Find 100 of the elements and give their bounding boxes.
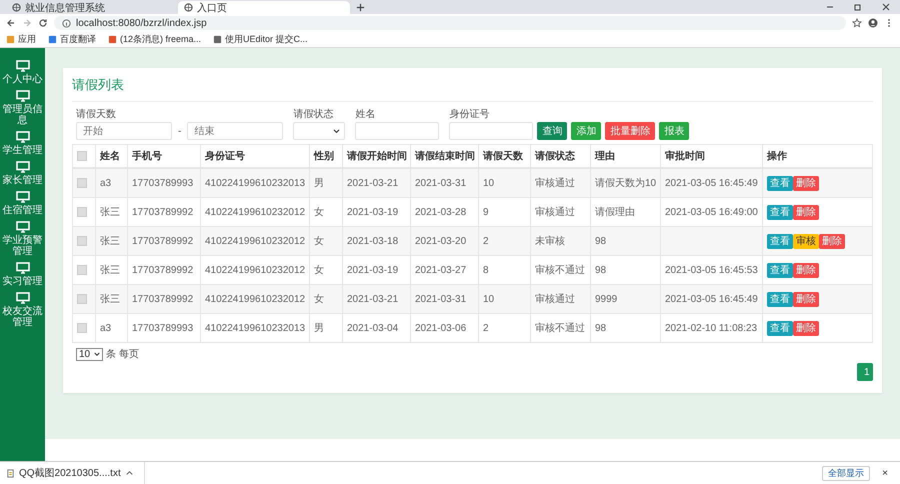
delete-button[interactable]: 批量删除 xyxy=(605,122,656,140)
table-cell: 410224199610232012 xyxy=(205,236,306,246)
report-button[interactable]: 报表 xyxy=(659,122,690,140)
sidebar-item[interactable]: 管理员信息 xyxy=(0,90,45,126)
table-cell: 410224199610232013 xyxy=(205,322,306,334)
sidebar-item[interactable]: 个人中心 xyxy=(0,60,45,85)
checkbox[interactable] xyxy=(77,178,87,188)
name-field[interactable] xyxy=(355,122,440,140)
table-cell: 2 xyxy=(483,322,489,334)
table-cell: 2021-03-27 xyxy=(415,264,466,276)
view-button[interactable]: 查看 xyxy=(767,204,793,220)
table-cell: 2021-03-06 xyxy=(415,322,466,334)
back-icon[interactable] xyxy=(6,18,16,28)
table-cell: 410224199610232012 xyxy=(205,294,306,304)
table-cell: 17703789993 xyxy=(132,178,194,188)
checkbox[interactable] xyxy=(77,150,87,161)
page-button[interactable]: 1 xyxy=(857,363,873,381)
table-cell: 审核不通过 xyxy=(535,323,585,334)
star-icon[interactable] xyxy=(852,18,862,28)
sidebar-item[interactable]: 家长管理 xyxy=(0,161,45,186)
close-icon[interactable] xyxy=(881,2,891,12)
restore-icon[interactable] xyxy=(853,2,863,12)
delete-button[interactable]: 删除 xyxy=(819,234,845,248)
filter-label: 请假天数 xyxy=(76,108,117,121)
table-cell: 女 xyxy=(314,265,324,276)
sidebar-item[interactable]: 学生管理 xyxy=(0,131,45,156)
end-field[interactable]: 结束 xyxy=(187,122,284,140)
table-cell: 2021-03-19 xyxy=(347,206,398,218)
profile-icon[interactable] xyxy=(868,18,878,28)
table-cell: 17703789992 xyxy=(132,206,194,218)
caret-icon xyxy=(333,129,340,134)
reload-icon[interactable] xyxy=(38,18,48,28)
table-cell: 未审核 xyxy=(535,236,565,247)
filter-label: 姓名 xyxy=(355,108,376,121)
table-cell: 98 xyxy=(595,236,606,246)
table-cell: 2 xyxy=(483,236,489,246)
checkbox[interactable] xyxy=(77,294,87,304)
start-field[interactable]: 开始 xyxy=(76,122,172,140)
table-cell: 审核不通过 xyxy=(535,265,585,276)
sidebar-item[interactable]: 校友交流管理 xyxy=(0,292,45,328)
checkbox[interactable] xyxy=(77,206,87,217)
table-cell: 17703789992 xyxy=(132,264,194,276)
filter-label: 请假状态 xyxy=(293,108,334,121)
table-cell: 女 xyxy=(314,294,324,305)
table-cell: 9 xyxy=(483,206,489,218)
bookmark-icon xyxy=(108,35,117,44)
review-button[interactable]: 审核 xyxy=(793,234,819,248)
download-item[interactable]: QQ截图20210305....txt xyxy=(6,462,145,484)
delete-button[interactable]: 删除 xyxy=(793,292,819,306)
monitor-icon xyxy=(16,191,30,203)
view-button[interactable]: 查看 xyxy=(767,292,793,306)
checkbox[interactable] xyxy=(77,236,87,246)
query-button[interactable]: 查询 xyxy=(537,122,568,140)
browser-tab[interactable]: 入口页 xyxy=(178,1,350,14)
table-cell: 审核通过 xyxy=(535,178,575,189)
sidebar-item[interactable]: 住宿管理 xyxy=(0,191,45,216)
status-select[interactable] xyxy=(293,122,346,140)
show-all-button[interactable]: 全部显示 xyxy=(822,466,870,480)
view-button[interactable]: 查看 xyxy=(767,176,793,190)
delete-button[interactable]: 删除 xyxy=(793,204,819,220)
file-icon xyxy=(6,468,15,478)
table-cell: 410224199610232012 xyxy=(205,264,306,276)
monitor-icon xyxy=(16,131,30,143)
panel-title: 请假列表 xyxy=(72,76,873,102)
url-text: localhost:8080/bzrzl/index.jsp xyxy=(76,18,207,28)
view-button[interactable]: 查看 xyxy=(767,320,793,336)
bookmark[interactable]: (12条消息) freema... xyxy=(108,33,202,46)
add-button[interactable]: 添加 xyxy=(571,122,602,140)
view-button[interactable]: 查看 xyxy=(767,262,793,278)
new-tab-icon[interactable] xyxy=(356,3,365,12)
bookmark[interactable]: 应用 xyxy=(6,33,36,46)
id-field[interactable] xyxy=(449,122,534,140)
bookmark[interactable]: 百度翻译 xyxy=(48,33,96,46)
address-bar[interactable]: localhost:8080/bzrzl/index.jsp xyxy=(54,16,846,30)
table-cell: 17703789992 xyxy=(132,294,194,304)
table-cell: 2021-03-31 xyxy=(415,294,466,304)
sidebar-item[interactable]: 学业预警管理 xyxy=(0,221,45,257)
forward-icon[interactable] xyxy=(22,18,32,28)
globe-icon xyxy=(184,3,193,12)
delete-button[interactable]: 删除 xyxy=(793,320,819,336)
bookmark[interactable]: 使用UEditor 提交C... xyxy=(213,33,308,46)
table-cell: 17703789992 xyxy=(132,236,194,246)
table-cell: 410224199610232012 xyxy=(205,206,306,218)
browser-tab[interactable]: 就业信息管理系统 xyxy=(6,1,178,14)
table-cell: 410224199610232013 xyxy=(205,178,306,188)
table-cell: 请假理由 xyxy=(595,207,635,218)
table-cell: 张三 xyxy=(100,294,120,305)
table-cell: 2021-03-05 16:45:49 xyxy=(665,178,758,188)
sidebar-item[interactable]: 实习管理 xyxy=(0,262,45,287)
checkbox[interactable] xyxy=(77,264,87,275)
monitor-icon xyxy=(16,221,30,233)
delete-button[interactable]: 删除 xyxy=(793,262,819,278)
table-cell: a3 xyxy=(100,322,112,334)
close-button[interactable]: × xyxy=(876,466,894,480)
checkbox[interactable] xyxy=(77,322,87,333)
delete-button[interactable]: 删除 xyxy=(793,176,819,190)
table-cell: 8 xyxy=(483,264,489,276)
page-size-select[interactable]: 10 xyxy=(76,348,104,360)
table-cell: a3 xyxy=(100,178,112,188)
view-button[interactable]: 查看 xyxy=(767,234,793,248)
